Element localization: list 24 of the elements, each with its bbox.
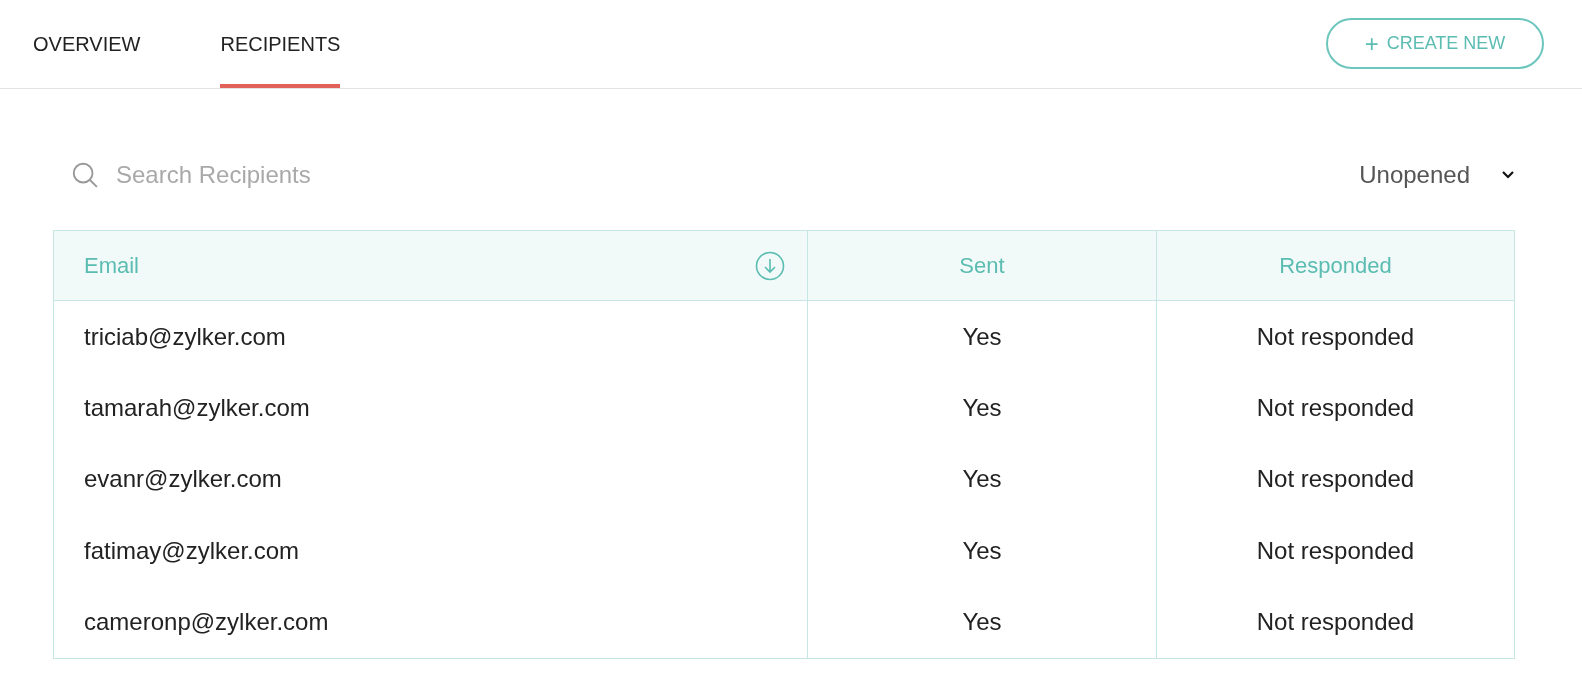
table-cell: Yes bbox=[807, 586, 1156, 658]
table-cell-text: cameronp@zylker.com bbox=[83, 607, 330, 638]
table-cell: Yes bbox=[807, 443, 1156, 516]
filter-dropdown[interactable]: Unopened bbox=[1359, 157, 1516, 193]
table-cell: Not responded bbox=[1156, 586, 1514, 658]
column-header: Sent bbox=[807, 231, 1156, 300]
search-field[interactable]: Search Recipients bbox=[116, 157, 570, 193]
table-cell: Not responded bbox=[1156, 443, 1514, 516]
table-cell-text: triciab@zylker.com bbox=[83, 321, 287, 352]
column-header: Responded bbox=[1156, 231, 1514, 300]
table-cell: Not responded bbox=[1156, 515, 1514, 587]
sort-down-icon[interactable] bbox=[755, 250, 785, 281]
tab[interactable]: OVERVIEW bbox=[33, 0, 141, 88]
table-cell-text: fatimay@zylker.com bbox=[83, 535, 301, 566]
table-cell: Not responded bbox=[1156, 372, 1514, 444]
table-cell: Yes bbox=[807, 372, 1156, 444]
search-icon bbox=[70, 160, 100, 190]
tab[interactable]: RECIPIENTS bbox=[220, 0, 341, 88]
table-cell: Not responded bbox=[1156, 301, 1514, 373]
table-cell-text: evanr@zylker.com bbox=[83, 464, 283, 495]
table-cell: Yes bbox=[807, 301, 1156, 373]
table-cell: Yes bbox=[807, 515, 1156, 587]
chevron-down-icon bbox=[1500, 170, 1516, 180]
table-cell-text: tamarah@zylker.com bbox=[83, 393, 311, 424]
